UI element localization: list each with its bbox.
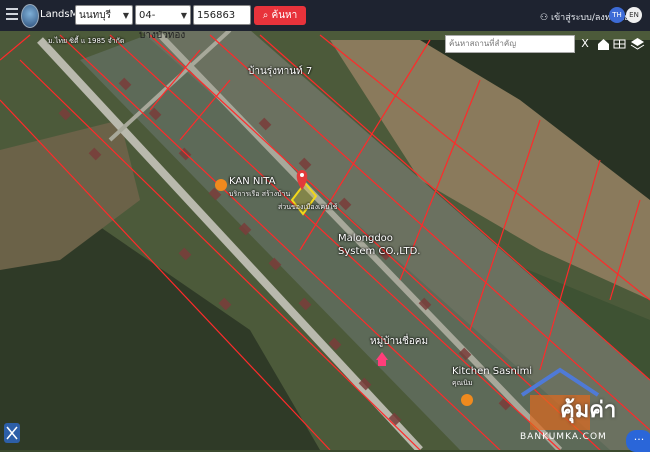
- place-search-input[interactable]: ค้นหาสถานที่สำคัญ: [445, 35, 575, 53]
- watermark-domain: BANKUMKA.COM: [520, 432, 607, 442]
- chevron-down-icon: ▼: [122, 11, 129, 20]
- chat-button[interactable]: ...: [626, 430, 650, 452]
- map-label-village: บ้านรุ่งทานท์ 7: [248, 66, 313, 77]
- measure-tool-icon[interactable]: [4, 423, 20, 443]
- top-toolbar: LandsMaps นนทบุรี ▼ 04-บางบัวทอง ▼ 156863 …: [0, 0, 650, 41]
- district-select[interactable]: 04-บางบัวทอง ▼: [135, 5, 191, 41]
- close-search-button[interactable]: X: [577, 35, 593, 53]
- map-label-kannita-sub: บริการเรือ สร้างบ้าน: [229, 190, 291, 198]
- watermark-text: คุ้มค่า: [560, 398, 617, 423]
- chevron-down-icon: ▼: [180, 11, 187, 20]
- map-label-topleft: ม.ไทย ซิตี้ แ 1985 จำกัด: [48, 37, 125, 45]
- satellite-map[interactable]: [0, 0, 650, 450]
- home-icon[interactable]: [596, 35, 611, 53]
- lang-th-button[interactable]: TH: [609, 7, 625, 23]
- layers-icon[interactable]: [630, 35, 645, 53]
- map-label-kitchen: Kitchen Sasnimi: [452, 366, 533, 377]
- parcel-number-input[interactable]: 156863: [193, 5, 251, 25]
- app-logo: [21, 4, 39, 28]
- map-label-village2: หมู่บ้านชื่อคม: [370, 336, 429, 347]
- search-icon: ⌕: [262, 10, 269, 21]
- grid-icon[interactable]: [612, 35, 627, 53]
- search-button[interactable]: ⌕ ค้นหา: [254, 6, 306, 25]
- lang-en-button[interactable]: EN: [626, 7, 642, 23]
- map-label-kannita: KAN NITA: [229, 176, 276, 187]
- map-label-kitchen-sub: คุณนิม: [452, 379, 473, 387]
- menu-icon[interactable]: [6, 8, 18, 22]
- map-label-malongdoo: Malongdoo System CO.,LTD.: [338, 233, 421, 257]
- user-icon: ⚇: [540, 13, 549, 23]
- province-select[interactable]: นนทบุรี ▼: [75, 5, 133, 25]
- map-label-pin: ส่วนของเมืองเคยใช้: [278, 203, 338, 211]
